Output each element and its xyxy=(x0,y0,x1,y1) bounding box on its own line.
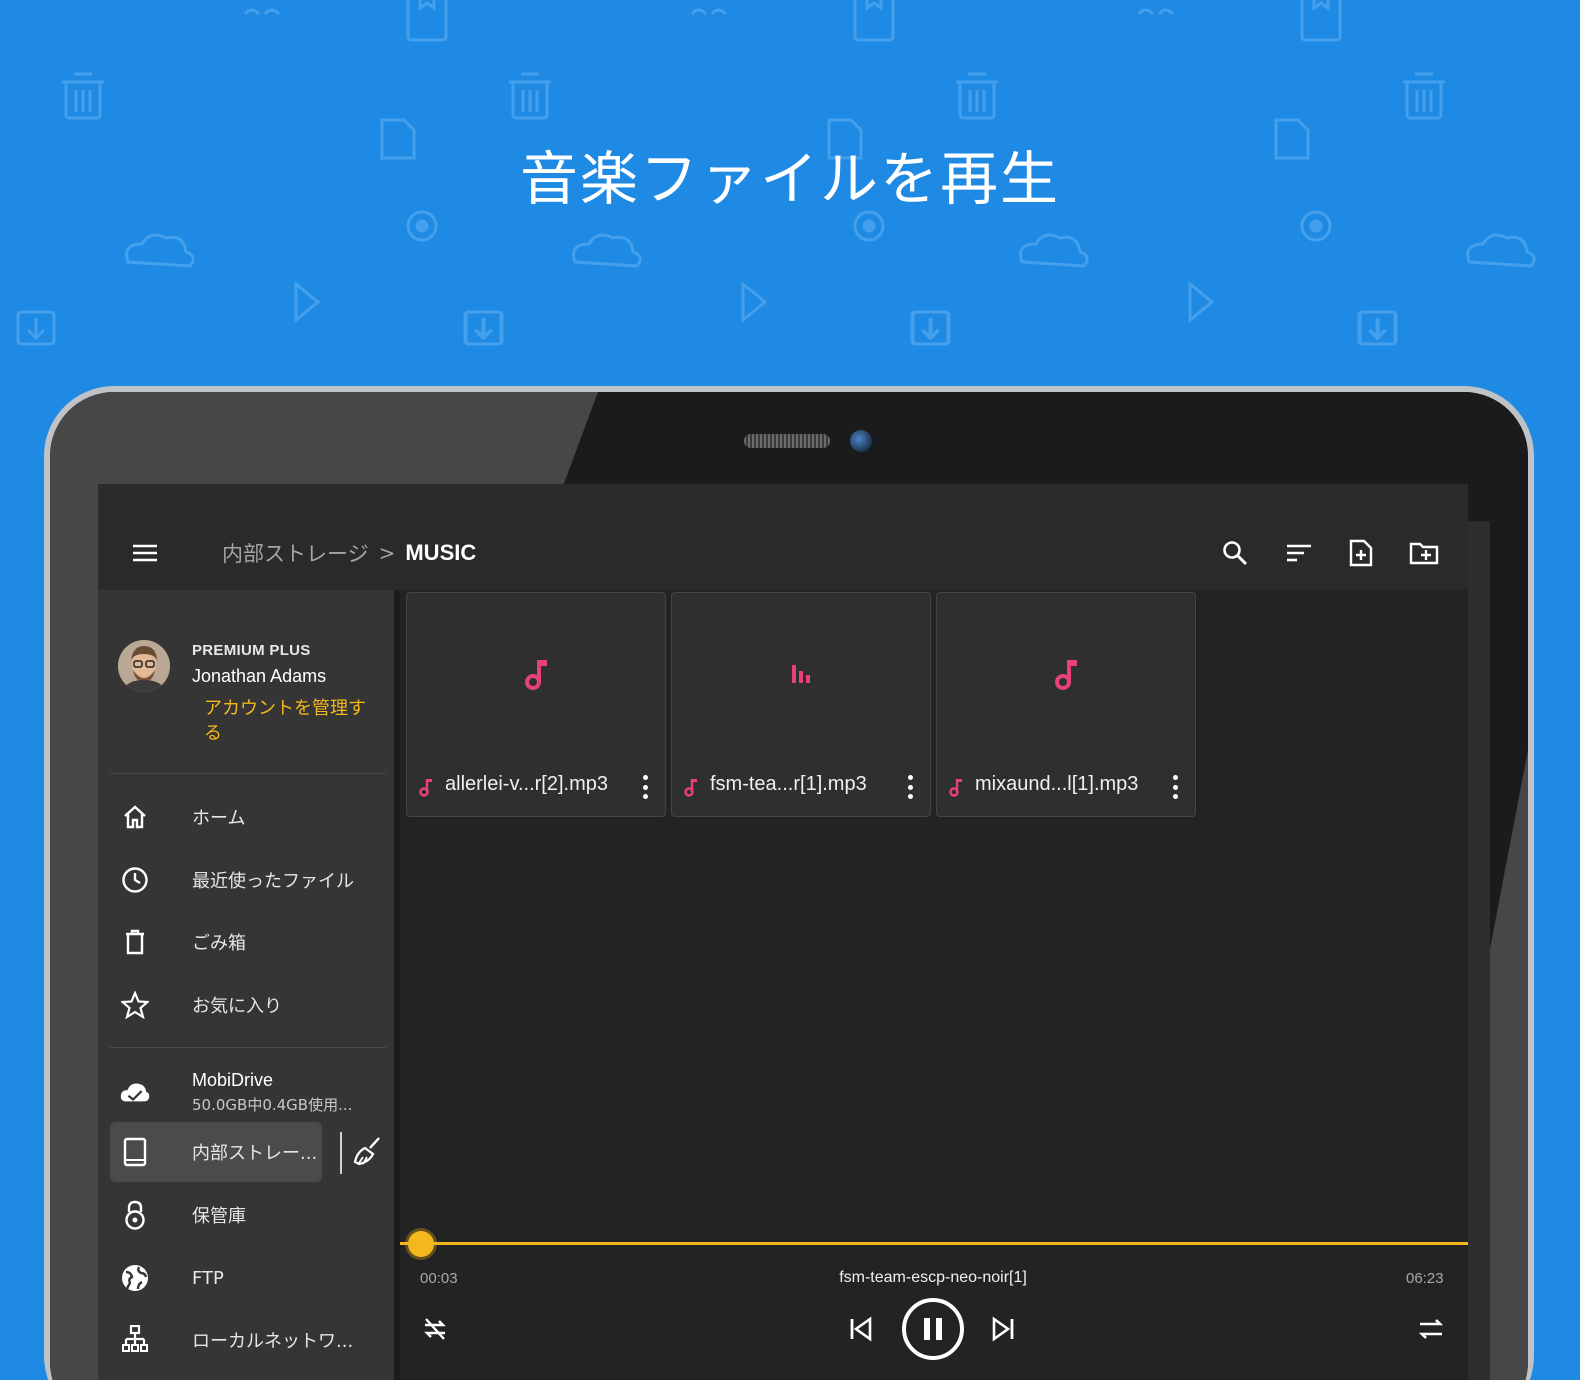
now-playing-title: fsm-team-escp-neo-noir[1] xyxy=(839,1269,1027,1286)
globe-icon xyxy=(120,1263,150,1293)
sidebar-item-ftp[interactable]: FTP xyxy=(110,1248,386,1308)
music-note-icon xyxy=(949,779,962,797)
sidebar-item-label: 最近使ったファイル xyxy=(192,871,354,892)
file-name: allerlei-v...r[2].mp3 xyxy=(445,773,609,795)
home-icon xyxy=(120,802,150,832)
sidebar-item-favorites[interactable]: お気に入り xyxy=(110,975,386,1035)
music-note-icon xyxy=(517,651,557,695)
music-note-icon xyxy=(684,779,697,797)
divider xyxy=(110,773,386,774)
seek-bar[interactable] xyxy=(400,1242,1468,1245)
divider xyxy=(340,1132,342,1174)
top-toolbar: 内部ストレージ > MUSIC xyxy=(98,516,1468,590)
sidebar-item-home[interactable]: ホーム xyxy=(110,787,386,847)
sidebar-item-local-network[interactable]: ローカルネットワ... xyxy=(110,1310,386,1370)
sort-icon[interactable] xyxy=(1282,536,1316,570)
account-name: Jonathan Adams xyxy=(192,666,327,686)
breadcrumb-root[interactable]: 内部ストレージ xyxy=(222,538,369,568)
next-icon[interactable] xyxy=(986,1312,1020,1346)
navigation-drawer: PREMIUM PLUS Jonathan Adams アカウントを管理する ホ… xyxy=(98,590,394,1380)
more-options-icon[interactable] xyxy=(639,775,651,799)
music-note-icon xyxy=(419,779,432,797)
file-card[interactable]: fsm-tea...r[1].mp3 xyxy=(671,592,931,817)
sidebar-item-internal-storage[interactable]: 内部ストレー... xyxy=(110,1122,322,1182)
repeat-off-icon[interactable] xyxy=(418,1312,452,1346)
mobidrive-label: MobiDrive xyxy=(192,1070,274,1090)
more-options-icon[interactable] xyxy=(904,775,916,799)
pause-icon[interactable] xyxy=(902,1298,964,1360)
file-card[interactable]: mixaund...l[1].mp3 xyxy=(936,592,1196,817)
sidebar-item-label: 保管庫 xyxy=(192,1206,246,1227)
search-icon[interactable] xyxy=(1218,536,1252,570)
sidebar-item-label: 内部ストレー... xyxy=(192,1143,318,1164)
app-screen: 内部ストレージ > MUSIC PREMIUM PLUS Jonathan Ad… xyxy=(98,484,1468,1380)
sidebar-item-vault[interactable]: 保管庫 xyxy=(110,1185,386,1245)
avatar[interactable] xyxy=(118,640,170,692)
headline: 音楽ファイルを再生 xyxy=(519,145,1060,213)
sidebar-item-label: ホーム xyxy=(192,808,246,829)
breadcrumb: 内部ストレージ > MUSIC xyxy=(222,516,476,590)
front-camera xyxy=(850,430,872,452)
network-icon xyxy=(120,1325,150,1355)
tablet-icon xyxy=(120,1137,150,1167)
new-folder-icon[interactable] xyxy=(1407,536,1441,570)
mobidrive-usage: 50.0GB中0.4GB使用... xyxy=(192,1096,353,1114)
account-plan: PREMIUM PLUS xyxy=(192,642,311,659)
sidebar-item-label: お気に入り xyxy=(192,996,282,1017)
divider xyxy=(110,1047,386,1048)
new-file-icon[interactable] xyxy=(1344,536,1378,570)
speaker-grille xyxy=(744,434,830,448)
file-name: mixaund...l[1].mp3 xyxy=(975,773,1139,795)
total-time: 06:23 xyxy=(1406,1270,1444,1287)
breadcrumb-separator: > xyxy=(378,541,396,565)
trash-icon xyxy=(120,927,150,957)
drawer-shadow xyxy=(394,590,400,1380)
elapsed-time: 00:03 xyxy=(420,1270,458,1287)
more-options-icon[interactable] xyxy=(1169,775,1181,799)
star-icon xyxy=(120,990,150,1020)
shuffle-icon[interactable] xyxy=(1414,1312,1448,1346)
breadcrumb-current: MUSIC xyxy=(405,540,477,565)
sidebar-item-trash[interactable]: ごみ箱 xyxy=(110,912,386,972)
music-note-icon xyxy=(1047,651,1087,695)
sidebar-item-label: FTP xyxy=(192,1267,224,1289)
broom-icon[interactable] xyxy=(352,1136,384,1168)
sidebar-item-label: ごみ箱 xyxy=(192,933,246,954)
vault-lock-icon xyxy=(120,1200,150,1230)
file-card[interactable]: allerlei-v...r[2].mp3 xyxy=(406,592,666,817)
manage-account-link[interactable]: アカウントを管理する xyxy=(204,696,374,746)
file-name: fsm-tea...r[1].mp3 xyxy=(710,773,867,795)
cloud-icon xyxy=(120,1077,150,1107)
seek-handle[interactable] xyxy=(407,1231,434,1257)
previous-icon[interactable] xyxy=(844,1312,878,1346)
status-bar xyxy=(98,484,1468,516)
menu-icon[interactable] xyxy=(128,538,162,568)
sidebar-item-recent[interactable]: 最近使ったファイル xyxy=(110,850,386,910)
clock-icon xyxy=(120,865,150,895)
equalizer-icon xyxy=(782,651,822,695)
sidebar-item-label: ローカルネットワ... xyxy=(192,1331,354,1352)
